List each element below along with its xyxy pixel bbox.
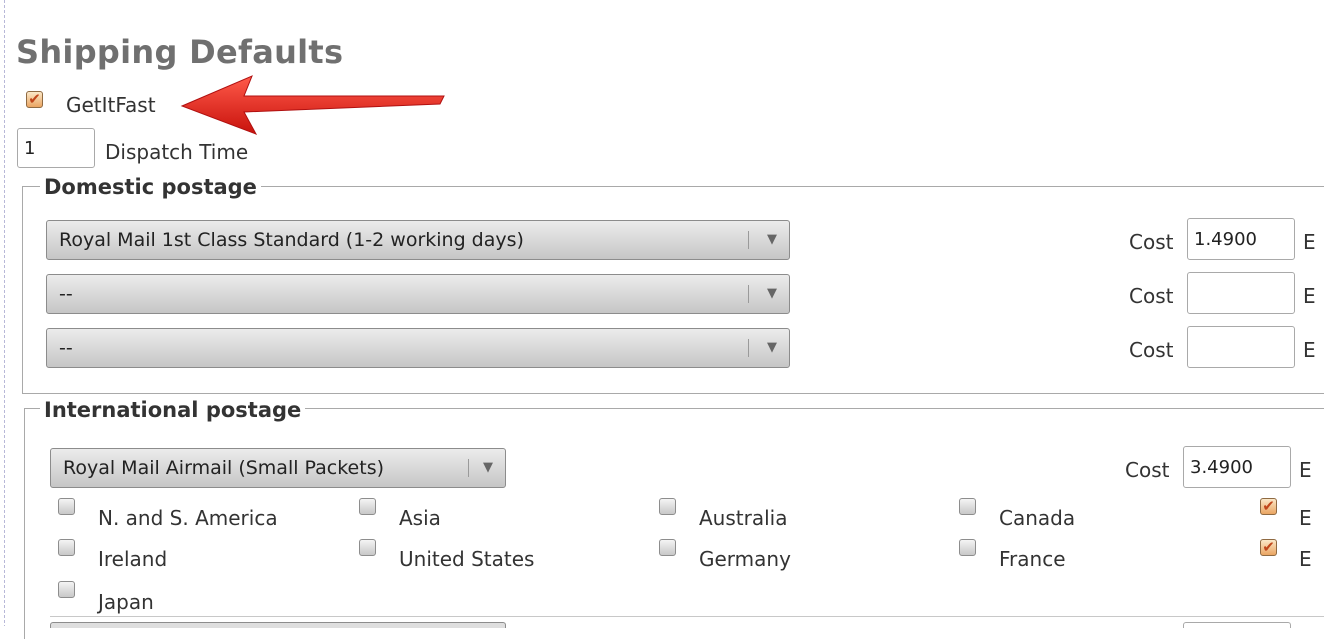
international-service-value: Royal Mail Airmail (Small Packets): [63, 457, 385, 479]
destination-checkbox-ireland[interactable]: [58, 539, 75, 556]
destination-label-japan: Japan: [98, 590, 154, 614]
domestic-service-1-select[interactable]: Royal Mail 1st Class Standard (1-2 worki…: [46, 220, 790, 260]
international-cost-label: Cost: [1125, 458, 1170, 482]
chevron-down-icon: ▼: [483, 460, 493, 475]
destination-checkbox-asia[interactable]: [359, 498, 376, 515]
chevron-down-icon: ▼: [767, 286, 777, 301]
getitfast-label: GetItFast: [66, 93, 156, 117]
chevron-down-icon: ▼: [767, 232, 777, 247]
checkmark-icon: ✔: [1262, 497, 1275, 515]
domestic-cost-3-label: Cost: [1129, 338, 1174, 362]
getitfast-checkbox[interactable]: ✔: [26, 91, 43, 108]
domestic-postage-legend: Domestic postage: [40, 175, 261, 199]
destination-checkbox-e2[interactable]: ✔: [1260, 539, 1277, 556]
destination-checkbox-united-states[interactable]: [359, 539, 376, 556]
select-divider: [748, 285, 749, 303]
domestic-service-3-value: --: [59, 337, 73, 359]
domestic-service-1-value: Royal Mail 1st Class Standard (1-2 worki…: [59, 229, 524, 251]
section-divider: [50, 616, 1324, 617]
destination-checkbox-australia[interactable]: [659, 498, 676, 515]
domestic-cost-3-input[interactable]: [1187, 326, 1295, 368]
destination-label-ireland: Ireland: [98, 547, 168, 571]
destination-label-germany: Germany: [699, 547, 791, 571]
dispatch-time-label: Dispatch Time: [105, 140, 249, 164]
domestic-cost-1-label: Cost: [1129, 230, 1174, 254]
destination-checkbox-france[interactable]: [959, 539, 976, 556]
select-divider: [748, 339, 749, 357]
dispatch-time-input[interactable]: [17, 128, 95, 168]
international-postage-legend: International postage: [40, 398, 306, 422]
destination-checkbox-e1[interactable]: ✔: [1260, 498, 1277, 515]
destination-checkbox-japan[interactable]: [58, 581, 75, 598]
domestic-service-2-value: --: [59, 283, 73, 305]
domestic-cost-2-input[interactable]: [1187, 272, 1295, 314]
select-divider: [468, 459, 469, 477]
domestic-service-3-select[interactable]: -- ▼: [46, 328, 790, 368]
destination-label-e1: E: [1299, 506, 1312, 530]
destination-label-france: France: [999, 547, 1066, 571]
destination-label-australia: Australia: [699, 506, 788, 530]
international-service-select[interactable]: Royal Mail Airmail (Small Packets) ▼: [50, 448, 506, 488]
domestic-cost-2-label: Cost: [1129, 284, 1174, 308]
domestic-extra-3-label: E: [1303, 338, 1316, 362]
select-divider: [748, 231, 749, 249]
next-cost-input-partial[interactable]: [1183, 622, 1291, 628]
chevron-down-icon: ▼: [767, 340, 777, 355]
destination-label-americas: N. and S. America: [98, 506, 278, 530]
checkmark-icon: ✔: [28, 90, 41, 108]
destination-checkbox-americas[interactable]: [58, 498, 75, 515]
destination-checkbox-germany[interactable]: [659, 539, 676, 556]
international-extra-label: E: [1299, 458, 1312, 482]
destination-label-united-states: United States: [399, 547, 535, 571]
domestic-service-2-select[interactable]: -- ▼: [46, 274, 790, 314]
destination-label-canada: Canada: [999, 506, 1076, 530]
destination-label-e2: E: [1299, 547, 1312, 571]
destination-checkbox-canada[interactable]: [959, 498, 976, 515]
page-title: Shipping Defaults: [16, 33, 344, 71]
domestic-extra-2-label: E: [1303, 284, 1316, 308]
checkmark-icon: ✔: [1262, 538, 1275, 556]
destination-label-asia: Asia: [399, 506, 441, 530]
domestic-cost-1-input[interactable]: [1187, 218, 1295, 260]
domestic-extra-1-label: E: [1303, 230, 1316, 254]
next-service-select-partial[interactable]: [50, 622, 506, 628]
annotation-arrow-icon: [180, 75, 445, 135]
page-left-border: [4, 0, 5, 626]
international-cost-input[interactable]: [1183, 446, 1291, 488]
